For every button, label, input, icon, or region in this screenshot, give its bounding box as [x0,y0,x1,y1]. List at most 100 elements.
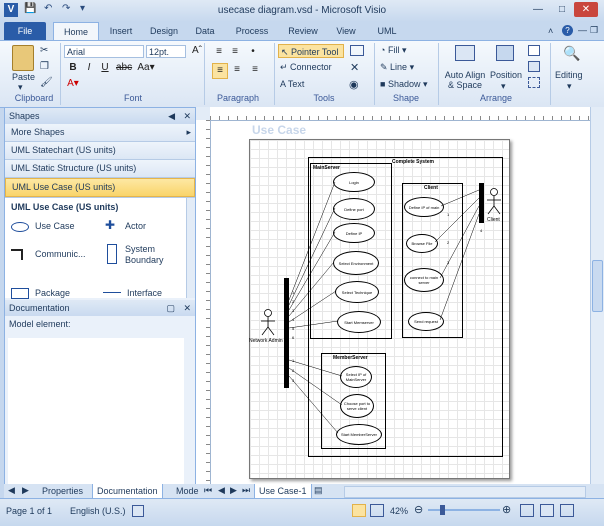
align-middle-icon[interactable]: ≡ [228,45,242,59]
tab-uml[interactable]: UML [372,22,402,40]
macro-record-icon[interactable] [132,505,144,517]
paste-icon[interactable] [12,45,34,71]
minimize-ribbon-icon[interactable]: ˄ [548,26,553,36]
zoom-slider-thumb[interactable] [440,505,445,515]
editing-button[interactable]: Editing [555,70,583,80]
tab-documentation[interactable]: Documentation [92,484,163,499]
shape-actor[interactable]: ✚ Actor [103,218,183,234]
tab-data[interactable]: Data [190,22,220,40]
tab-properties[interactable]: Properties [38,484,87,498]
shape-use-case[interactable]: Use Case [11,220,93,234]
text-button[interactable]: A Text [280,79,304,89]
font-size-combo[interactable]: 12pt. [146,45,186,58]
bullets-icon[interactable]: • [246,45,260,59]
tab-nav-right-icon[interactable]: ▶ [22,485,29,496]
paste-dropdown-icon[interactable]: ▾ [18,82,23,93]
doc-restore-icon[interactable]: ❐ [590,25,598,36]
font-color-button[interactable]: A▾ [66,77,80,91]
zoom-out-icon[interactable]: ⊖ [414,503,423,516]
position-icon[interactable] [496,45,514,61]
network-admin-actor-icon[interactable] [258,309,278,339]
stencil-uml-statechart[interactable]: UML Statechart (US units) [5,142,195,160]
italic-button[interactable]: I [82,61,96,75]
change-case-button[interactable]: Aa▾ [136,61,156,75]
strikethrough-button[interactable]: abc [116,61,132,75]
line-button[interactable]: ✎ Line ▾ [380,62,414,73]
rectangle-tool-icon[interactable] [350,45,364,56]
collapse-doc-icon[interactable]: ▢ [166,300,175,316]
align-top-icon[interactable]: ≡ [212,45,226,59]
close-button[interactable]: ✕ [574,2,598,17]
tab-insert[interactable]: Insert [102,22,140,40]
tab-model[interactable]: Mode [172,484,203,498]
format-painter-icon[interactable]: 🖌 [40,77,53,88]
page-indicator[interactable]: Page 1 of 1 [6,506,52,516]
page-nav-last-icon[interactable]: ⏭ [242,485,250,496]
client-actor-icon[interactable] [484,188,504,218]
zoom-slider[interactable] [428,509,500,511]
auto-align-button[interactable]: Auto Align & Space [443,70,487,90]
switch-windows-icon[interactable] [560,504,574,517]
collapse-panel-icon[interactable]: ◀ [168,108,175,124]
presentation-mode-icon[interactable] [370,504,384,517]
underline-button[interactable]: U [98,61,112,75]
insert-page-icon[interactable]: ▤ [314,485,323,496]
send-back-icon[interactable] [528,61,540,72]
align-left-icon[interactable]: ≡ [212,63,228,79]
shape-system-boundary[interactable]: System Boundary [103,244,187,268]
page-nav-next-icon[interactable]: ▶ [230,485,237,496]
group-icon[interactable] [528,77,540,88]
zoom-level[interactable]: 42% [390,506,408,516]
tab-design[interactable]: Design [144,22,184,40]
scroll-thumb-v[interactable] [592,260,603,312]
tab-file[interactable]: File [4,22,46,40]
close-doc-icon[interactable]: ✕ [183,300,191,316]
close-panel-icon[interactable]: ✕ [183,108,191,124]
full-screen-icon[interactable] [352,504,366,517]
language-indicator[interactable]: English (U.S.) [70,506,126,516]
tab-view[interactable]: View [330,22,362,40]
copy-icon[interactable]: ❐ [40,61,49,72]
tab-home[interactable]: Home [53,22,99,41]
auto-align-icon[interactable] [455,45,475,61]
fill-button[interactable]: ◔ Fill ▾ [380,45,406,56]
shadow-button[interactable]: ■ Shadow ▾ [380,79,428,90]
doc-minimize-icon[interactable]: — [578,25,587,35]
shape-package[interactable]: Package [11,288,95,300]
bring-front-icon[interactable] [528,45,540,56]
position-dropdown-icon[interactable]: ▾ [501,81,506,92]
drawing-page[interactable]: Complete System MainServer Login Define … [249,139,510,479]
align-center-icon[interactable]: ≡ [230,63,244,77]
cut-icon[interactable]: ✂ [40,45,48,56]
page-nav-first-icon[interactable]: ⏮ [204,485,212,496]
find-icon[interactable]: 🔍 [563,45,580,62]
align-right-icon[interactable]: ≡ [248,63,262,77]
documentation-textarea[interactable] [8,338,184,488]
bold-button[interactable]: B [66,61,80,75]
connection-point-icon[interactable]: ◉ [349,78,359,91]
pointer-tool-button[interactable]: ↖ Pointer Tool [278,44,344,58]
help-icon[interactable]: ? [562,25,573,36]
fit-page-icon[interactable] [520,504,534,517]
connector-button[interactable]: ↵ Connector [280,62,332,73]
minimize-button[interactable]: — [526,2,550,17]
paste-button[interactable]: Paste [12,72,35,82]
tab-review[interactable]: Review [282,22,324,40]
tab-process[interactable]: Process [230,22,274,40]
stencil-uml-use-case[interactable]: UML Use Case (US units) [5,178,195,197]
grow-font-icon[interactable]: Aˆ [190,44,204,58]
zoom-in-icon[interactable]: ⊕ [502,503,511,516]
maximize-button[interactable]: □ [550,2,574,17]
pan-zoom-icon[interactable] [540,504,554,517]
shapes-scrollbar[interactable] [186,198,195,298]
page-nav-prev-icon[interactable]: ◀ [218,485,225,496]
font-name-combo[interactable]: Arial [64,45,144,58]
close-tool-icon[interactable]: ✕ [350,61,359,74]
shape-communication[interactable]: Communic... [11,248,95,262]
shape-interface[interactable]: Interface [103,288,187,300]
stencil-uml-static-structure[interactable]: UML Static Structure (US units) [5,160,195,178]
horizontal-scrollbar[interactable] [344,486,586,498]
more-shapes-button[interactable]: More Shapes ▸ [5,124,195,142]
tab-nav-left-icon[interactable]: ◀ [8,485,15,496]
editing-dropdown-icon[interactable]: ▾ [567,81,572,92]
